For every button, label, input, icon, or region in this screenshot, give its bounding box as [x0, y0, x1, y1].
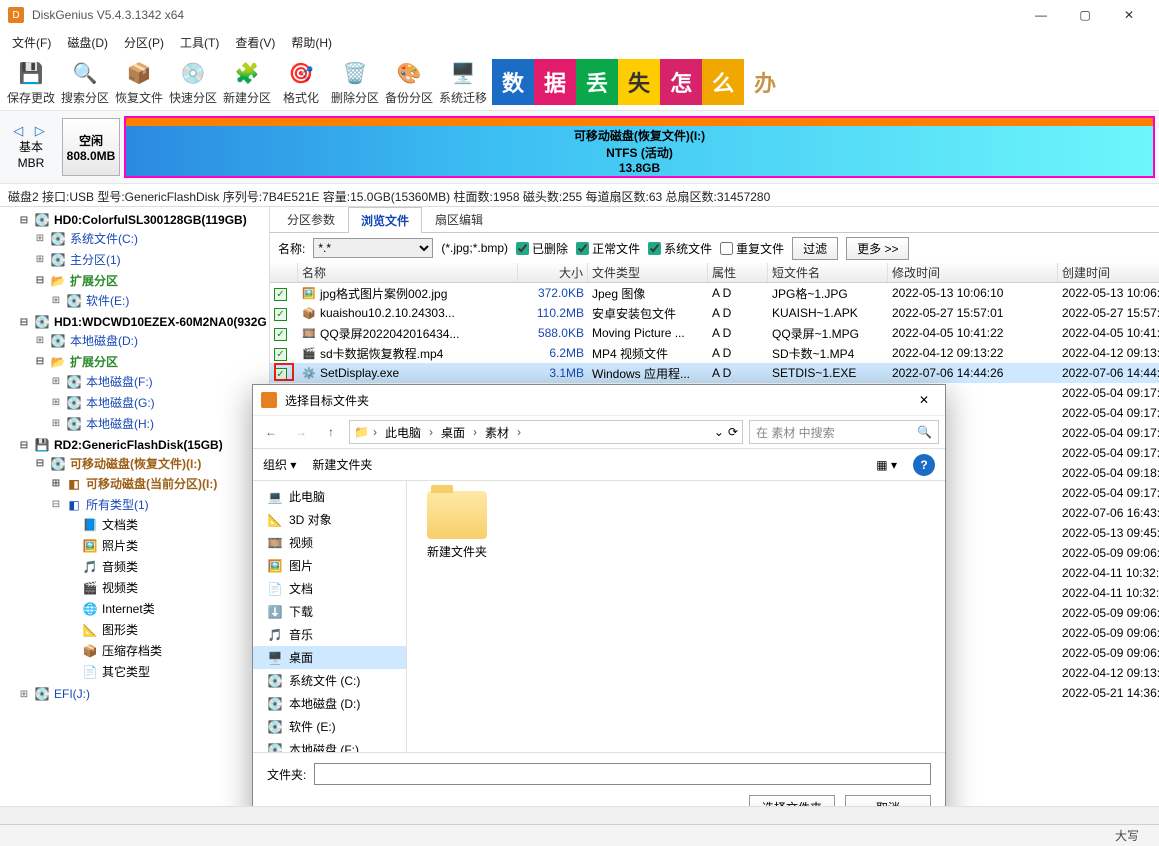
menu-item[interactable]: 查看(V) [227, 31, 283, 54]
table-row[interactable]: ✓ 🎬sd卡数据恢复教程.mp4 6.2MBMP4 视频文件A D SD卡数~1… [270, 343, 1159, 363]
highlight-marker [274, 363, 294, 381]
name-label: 名称: [278, 240, 305, 257]
menu-item[interactable]: 工具(T) [172, 31, 227, 54]
tool-button[interactable]: 🧩新建分区 [220, 55, 274, 109]
folder-icon [427, 491, 487, 539]
dialog-tree-item[interactable]: 🎵音乐 [253, 623, 406, 646]
nav-up[interactable]: ↑ [319, 420, 343, 444]
dialog-items[interactable]: 新建文件夹 [407, 481, 945, 752]
dialog-tree-item[interactable]: 💻此电脑 [253, 485, 406, 508]
menu-item[interactable]: 帮助(H) [283, 31, 340, 54]
type-node[interactable]: 🎵音频类 [64, 557, 269, 576]
free-space-block[interactable]: 空闲 808.0MB [62, 118, 120, 176]
refresh-icon[interactable]: ⟳ [728, 425, 738, 439]
dialog-tree-item[interactable]: 🖥️桌面 [253, 646, 406, 669]
menu-item[interactable]: 分区(P) [116, 31, 172, 54]
dialog-tree-item[interactable]: 📐3D 对象 [253, 508, 406, 531]
h-scrollbar[interactable] [0, 806, 1159, 824]
partition-block[interactable]: 可移动磁盘(恢复文件)(I:) NTFS (活动) 13.8GB [124, 116, 1155, 178]
maximize-button[interactable]: ▢ [1063, 0, 1107, 30]
filter-hint: (*.jpg;*.bmp) [441, 241, 508, 255]
close-button[interactable]: ✕ [1107, 0, 1151, 30]
tool-button[interactable]: 🗑️删除分区 [328, 55, 382, 109]
tool-button[interactable]: 📦恢复文件 [112, 55, 166, 109]
toolbar: 💾保存更改🔍搜索分区📦恢复文件💿快速分区🧩新建分区🎯格式化🗑️删除分区🎨备份分区… [0, 54, 1159, 110]
folder-label: 文件夹: [267, 766, 306, 783]
breadcrumb[interactable]: 📁› 此电脑› 桌面› 素材› ⌄ ⟳ [349, 420, 743, 444]
tool-button[interactable]: 🎯格式化 [274, 55, 328, 109]
tabs: 分区参数 浏览文件 扇区编辑 [270, 207, 1159, 233]
nav-basic: ◁ ▷ 基本 MBR [4, 123, 58, 171]
tool-button[interactable]: 🔍搜索分区 [58, 55, 112, 109]
search-box[interactable]: 在 素材 中搜索 🔍 [749, 420, 939, 444]
menu-item[interactable]: 文件(F) [4, 31, 59, 54]
type-node[interactable]: 📐图形类 [64, 620, 269, 639]
chk-system[interactable]: 系统文件 [648, 240, 712, 257]
folder-input[interactable] [314, 763, 931, 785]
filter-row: 名称: *.* (*.jpg;*.bmp) 已删除 正常文件 系统文件 重复文件… [270, 233, 1159, 263]
table-row[interactable]: ✓ 🖼️jpg格式图片案例002.jpg 372.0KBJpeg 图像A D J… [270, 283, 1159, 303]
dialog-close[interactable]: ✕ [911, 389, 937, 411]
dialog-tree-item[interactable]: 💽软件 (E:) [253, 715, 406, 738]
file-header[interactable]: 名称大小 文件类型属性 短文件名修改时间创建时间 [270, 263, 1159, 283]
banner: 数 据 丢 失 怎 么 办 [492, 57, 786, 107]
menu-bar: 文件(F)磁盘(D)分区(P)工具(T)查看(V)帮助(H) [0, 30, 1159, 54]
type-node[interactable]: 🌐Internet类 [64, 599, 269, 618]
view-menu[interactable]: ▦ ▾ [876, 458, 897, 472]
dialog-tree-item[interactable]: 🎞️视频 [253, 531, 406, 554]
type-node[interactable]: 🎬视频类 [64, 578, 269, 597]
disk-info: 磁盘2 接口:USB 型号:GenericFlashDisk 序列号:7B4E5… [0, 184, 1159, 206]
folder-item[interactable]: 新建文件夹 [417, 491, 497, 560]
name-filter[interactable]: *.* [313, 238, 433, 258]
new-folder-btn[interactable]: 新建文件夹 [312, 456, 372, 473]
folder-dialog: 选择目标文件夹 ✕ ← → ↑ 📁› 此电脑› 桌面› 素材› ⌄ ⟳ 在 素材… [252, 384, 946, 830]
disk-tree[interactable]: ⊟💽HD0:ColorfulSL300128GB(119GB) ⊞💽系统文件(C… [0, 207, 270, 806]
type-node[interactable]: 📘文档类 [64, 515, 269, 534]
dialog-tree-item[interactable]: 💽本地磁盘 (D:) [253, 692, 406, 715]
status-bar: 大写 [0, 824, 1159, 846]
more-button[interactable]: 更多 >> [846, 237, 909, 260]
search-icon: 🔍 [917, 425, 932, 439]
type-node[interactable]: 📦压缩存档类 [64, 641, 269, 660]
chk-repeat[interactable]: 重复文件 [720, 240, 784, 257]
type-node[interactable]: 🖼️照片类 [64, 536, 269, 555]
nav-forward[interactable]: → [289, 420, 313, 444]
dialog-tree[interactable]: 💻此电脑📐3D 对象🎞️视频🖼️图片📄文档⬇️下载🎵音乐🖥️桌面💽系统文件 (C… [253, 481, 407, 752]
tab-sector-edit[interactable]: 扇区编辑 [422, 207, 496, 232]
app-title: DiskGenius V5.4.3.1342 x64 [32, 8, 1019, 22]
menu-item[interactable]: 磁盘(D) [59, 31, 116, 54]
table-row[interactable]: ✓ 🎞️QQ录屏2022042016434... 588.0KBMoving P… [270, 323, 1159, 343]
organize-menu[interactable]: 组织 ▾ [263, 456, 296, 473]
dialog-title: 选择目标文件夹 [285, 392, 911, 409]
tool-button[interactable]: 💾保存更改 [4, 55, 58, 109]
tool-button[interactable]: 🖥️系统迁移 [436, 55, 490, 109]
table-row[interactable]: ✓ ⚙️SetDisplay.exe 3.1MBWindows 应用程...A … [270, 363, 1159, 383]
chk-normal[interactable]: 正常文件 [576, 240, 640, 257]
type-node[interactable]: 📄其它类型 [64, 662, 269, 681]
nav-arrows[interactable]: ◁ ▷ [4, 123, 58, 139]
title-bar: D DiskGenius V5.4.3.1342 x64 — ▢ ✕ [0, 0, 1159, 30]
tab-browse-files[interactable]: 浏览文件 [348, 207, 422, 233]
dialog-icon [261, 392, 277, 408]
file-list[interactable]: ✓ 🖼️jpg格式图片案例002.jpg 372.0KBJpeg 图像A D J… [270, 283, 1159, 383]
filter-button[interactable]: 过滤 [792, 237, 838, 260]
tab-partition-params[interactable]: 分区参数 [274, 207, 348, 232]
help-icon[interactable]: ? [913, 454, 935, 476]
dialog-tree-item[interactable]: 💽系统文件 (C:) [253, 669, 406, 692]
app-icon: D [8, 7, 24, 23]
dialog-tree-item[interactable]: 🖼️图片 [253, 554, 406, 577]
crumb-dropdown[interactable]: ⌄ [714, 425, 724, 439]
tool-button[interactable]: 🎨备份分区 [382, 55, 436, 109]
disk-strip: ◁ ▷ 基本 MBR 空闲 808.0MB 可移动磁盘(恢复文件)(I:) NT… [0, 110, 1159, 184]
chk-deleted[interactable]: 已删除 [516, 240, 568, 257]
minimize-button[interactable]: — [1019, 0, 1063, 30]
table-row[interactable]: ✓ 📦kuaishou10.2.10.24303... 110.2MB安卓安装包… [270, 303, 1159, 323]
tool-button[interactable]: 💿快速分区 [166, 55, 220, 109]
nav-back[interactable]: ← [259, 420, 283, 444]
dialog-tree-item[interactable]: ⬇️下载 [253, 600, 406, 623]
dialog-tree-item[interactable]: 📄文档 [253, 577, 406, 600]
dialog-tree-item[interactable]: 💽本地磁盘 (F:) [253, 738, 406, 752]
